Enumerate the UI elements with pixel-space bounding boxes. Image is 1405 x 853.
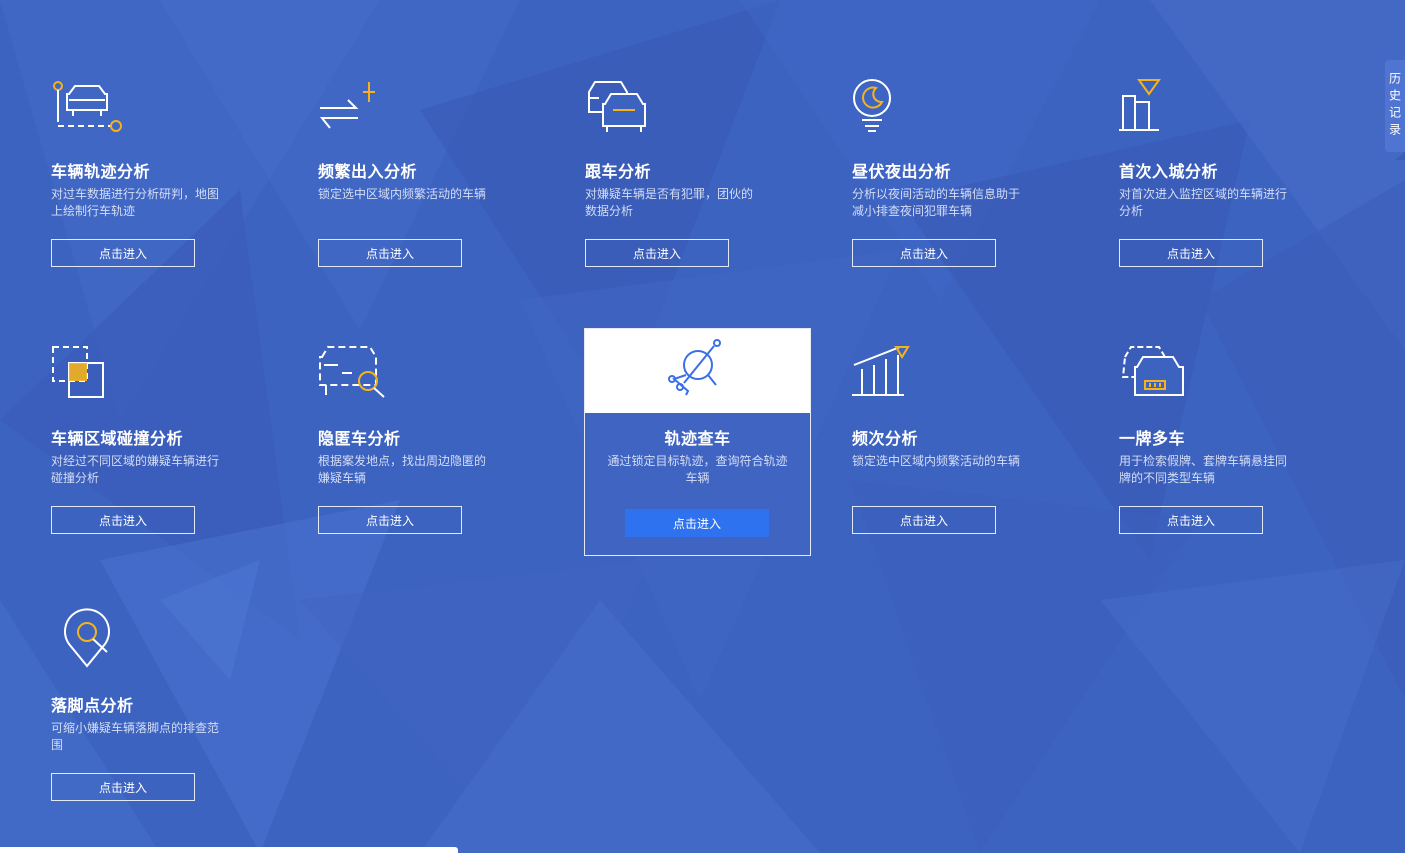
history-records-tab[interactable]: 历史记录 [1385, 60, 1405, 160]
card-title: 昼伏夜出分析 [852, 162, 952, 181]
card-description: 锁定选中区域内频繁活动的车辆 [852, 454, 1021, 468]
card-area-collision: 车辆区域碰撞分析 对经过不同区域的嫌疑车辆进行碰撞分析 点击进入 [51, 345, 278, 573]
card-description: 根据案发地点，找出周边隐匿的嫌疑车辆 [318, 454, 487, 485]
card-vehicle-track: 车辆轨迹分析 对过车数据进行分析研判，地图上绘制行车轨迹 点击进入 [51, 78, 278, 306]
card-frequent-in-out: 频繁出入分析 锁定选中区域内频繁活动的车辆 点击进入 [318, 78, 545, 306]
bottom-scrollbar[interactable] [0, 847, 458, 853]
frequent-in-out-icon [318, 78, 398, 138]
enter-button[interactable]: 点击进入 [318, 239, 462, 267]
card-hidden-car: 隐匿车分析 根据案发地点，找出周边隐匿的嫌疑车辆 点击进入 [318, 345, 545, 573]
card-title: 首次入城分析 [1119, 162, 1219, 181]
analysis-card-grid: 车辆轨迹分析 对过车数据进行分析研判，地图上绘制行车轨迹 点击进入 频繁出入分析… [0, 0, 1405, 853]
card-description: 对嫌疑车辆是否有犯罪，团伙的数据分析 [585, 187, 754, 218]
card-follow-car: 跟车分析 对嫌疑车辆是否有犯罪，团伙的数据分析 点击进入 [585, 78, 812, 306]
area-collision-icon [51, 345, 131, 405]
enter-button[interactable]: 点击进入 [51, 773, 195, 801]
card-frequency: 频次分析 锁定选中区域内频繁活动的车辆 点击进入 [852, 345, 1079, 573]
history-records-label: 历史记录 [1387, 72, 1402, 140]
foothold-location-icon [51, 608, 131, 672]
card-track-search[interactable]: 轨迹查车 通过锁定目标轨迹，查询符合轨迹车辆 点击进入 [584, 328, 811, 556]
card-first-entry: 首次入城分析 对首次进入监控区域的车辆进行分析 点击进入 [1119, 78, 1346, 306]
card-description: 对首次进入监控区域的车辆进行分析 [1119, 187, 1288, 218]
card-night-activity: 昼伏夜出分析 分析以夜间活动的车辆信息助于减小排查夜间犯罪车辆 点击进入 [852, 78, 1079, 306]
hidden-car-search-icon [318, 345, 398, 405]
card-title: 落脚点分析 [51, 696, 134, 715]
card-one-plate-multi-car: 一牌多车 用于检索假牌、套牌车辆悬挂同牌的不同类型车辆 点击进入 [1119, 345, 1346, 573]
card-description: 可缩小嫌疑车辆落脚点的排查范围 [51, 721, 220, 752]
card-title: 轨迹查车 [664, 429, 731, 448]
enter-button[interactable]: 点击进入 [51, 239, 195, 267]
card-foothold: 落脚点分析 可缩小嫌疑车辆落脚点的排查范围 点击进入 [51, 608, 278, 840]
enter-button[interactable]: 点击进入 [1119, 506, 1263, 534]
card-title: 车辆区域碰撞分析 [51, 429, 184, 448]
frequency-chart-icon [852, 345, 932, 405]
card-description: 通过锁定目标轨迹，查询符合轨迹车辆 [607, 454, 788, 485]
card-description: 用于检索假牌、套牌车辆悬挂同牌的不同类型车辆 [1119, 454, 1288, 485]
card-title: 一牌多车 [1119, 429, 1186, 448]
card-description: 锁定选中区域内频繁活动的车辆 [318, 187, 487, 201]
card-description: 分析以夜间活动的车辆信息助于减小排查夜间犯罪车辆 [852, 187, 1021, 218]
enter-button[interactable]: 点击进入 [852, 239, 996, 267]
follow-car-icon [585, 78, 665, 138]
card-title: 频次分析 [852, 429, 919, 448]
one-plate-multi-car-icon [1119, 345, 1199, 405]
enter-button[interactable]: 点击进入 [1119, 239, 1263, 267]
enter-button[interactable]: 点击进入 [625, 509, 769, 537]
vehicle-track-icon [51, 78, 131, 138]
card-title: 跟车分析 [585, 162, 652, 181]
card-title: 频繁出入分析 [318, 162, 418, 181]
enter-button[interactable]: 点击进入 [51, 506, 195, 534]
track-search-icon [658, 339, 738, 399]
card-description: 对过车数据进行分析研判，地图上绘制行车轨迹 [51, 187, 220, 218]
card-title: 车辆轨迹分析 [51, 162, 151, 181]
enter-button[interactable]: 点击进入 [318, 506, 462, 534]
card-description: 对经过不同区域的嫌疑车辆进行碰撞分析 [51, 454, 220, 485]
night-moon-icon [852, 78, 932, 138]
enter-button[interactable]: 点击进入 [852, 506, 996, 534]
enter-button[interactable]: 点击进入 [585, 239, 729, 267]
card-title: 隐匿车分析 [318, 429, 401, 448]
first-entry-city-icon [1119, 78, 1199, 138]
